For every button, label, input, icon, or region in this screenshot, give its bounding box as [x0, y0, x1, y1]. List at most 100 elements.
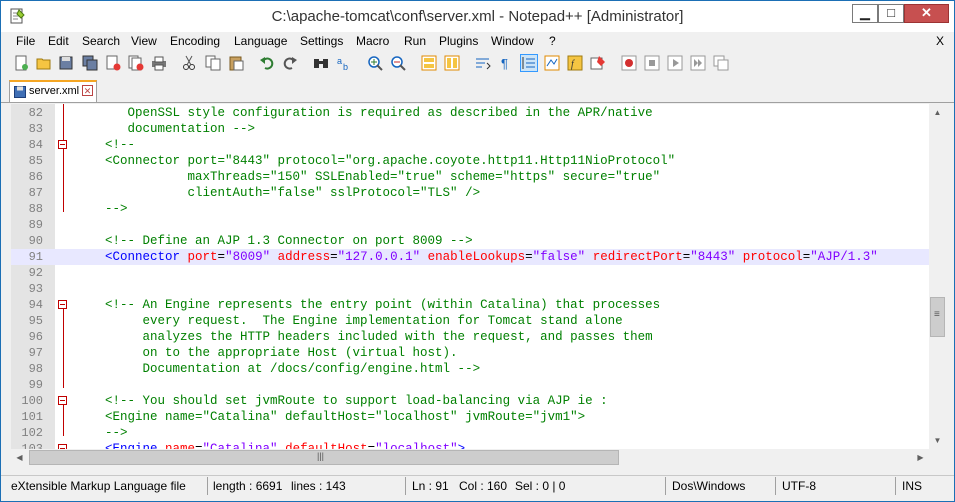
- run-macro-multiple-icon[interactable]: [690, 55, 706, 71]
- fold-collapse-icon[interactable]: [58, 140, 67, 149]
- code-line[interactable]: 90 <!-- Define an AJP 1.3 Connector on p…: [11, 233, 929, 249]
- save-macro-icon[interactable]: [713, 55, 729, 71]
- show-all-chars-icon[interactable]: ¶: [498, 55, 514, 71]
- status-insert-mode[interactable]: INS: [902, 479, 922, 493]
- code-line[interactable]: 92: [11, 265, 929, 281]
- menu-edit[interactable]: Edit: [48, 34, 69, 48]
- menu-language[interactable]: Language: [234, 34, 287, 48]
- code-line[interactable]: 96 analyzes the HTTP headers included wi…: [11, 329, 929, 345]
- zoom-out-icon[interactable]: [390, 55, 406, 71]
- folder-workspace-icon[interactable]: [590, 55, 606, 71]
- syntax-token: "8009": [225, 250, 278, 264]
- code-line[interactable]: 89: [11, 217, 929, 233]
- syntax-token: name: [165, 442, 196, 449]
- scroll-up-arrow[interactable]: ▲: [929, 104, 946, 121]
- code-line[interactable]: 95 every request. The Engine implementat…: [11, 313, 929, 329]
- redo-icon[interactable]: [282, 55, 298, 71]
- tab-label: server.xml: [29, 85, 80, 97]
- menu-encoding[interactable]: Encoding: [170, 34, 220, 48]
- line-text: documentation -->: [75, 121, 256, 137]
- line-text: <Connector port="8009" address="127.0.0.…: [75, 249, 878, 265]
- menu-window[interactable]: Window: [491, 34, 534, 48]
- horizontal-scrollbar[interactable]: ◀ ||| ▶: [11, 449, 929, 466]
- line-text: <!-- You should set jvmRoute to support …: [75, 393, 608, 409]
- menu-view[interactable]: View: [131, 34, 157, 48]
- fold-collapse-icon[interactable]: [58, 300, 67, 309]
- save-icon[interactable]: [58, 55, 74, 71]
- code-line[interactable]: 85 <Connector port="8443" protocol="org.…: [11, 153, 929, 169]
- maximize-button[interactable]: □: [878, 4, 904, 23]
- find-icon[interactable]: [313, 55, 329, 71]
- menu-run[interactable]: Run: [404, 34, 426, 48]
- vertical-scroll-thumb[interactable]: ≡: [930, 297, 945, 337]
- menu-search[interactable]: Search: [82, 34, 120, 48]
- status-encoding[interactable]: UTF-8: [782, 479, 816, 493]
- replace-icon[interactable]: ab: [336, 55, 352, 71]
- function-list-icon[interactable]: f: [567, 55, 583, 71]
- code-line[interactable]: 97 on to the appropriate Host (virtual h…: [11, 345, 929, 361]
- close-window-button[interactable]: ✕: [904, 4, 949, 23]
- code-line[interactable]: 82 OpenSSL style configuration is requir…: [11, 105, 929, 121]
- close-all-icon[interactable]: [128, 55, 144, 71]
- code-line[interactable]: 101 <Engine name="Catalina" defaultHost=…: [11, 409, 929, 425]
- title-bar[interactable]: C:\apache-tomcat\conf\server.xml - Notep…: [1, 1, 954, 32]
- new-file-icon[interactable]: [13, 55, 29, 71]
- scroll-down-arrow[interactable]: ▼: [929, 432, 946, 449]
- scroll-right-arrow[interactable]: ▶: [912, 449, 929, 466]
- record-macro-icon[interactable]: [621, 55, 637, 71]
- copy-icon[interactable]: [205, 55, 221, 71]
- code-line[interactable]: 87 clientAuth="false" sslProtocol="TLS" …: [11, 185, 929, 201]
- syntax-token: "AJP/1.3": [810, 250, 878, 264]
- fold-collapse-icon[interactable]: [58, 396, 67, 405]
- syntax-token: <!-- An Engine represents the entry poin…: [75, 298, 661, 312]
- status-eol-format[interactable]: Dos\Windows: [672, 479, 745, 493]
- scroll-left-arrow[interactable]: ◀: [11, 449, 28, 466]
- minimize-button[interactable]: ▁: [852, 4, 878, 23]
- code-line[interactable]: 88 -->: [11, 201, 929, 217]
- play-macro-icon[interactable]: [667, 55, 683, 71]
- zoom-in-icon[interactable]: [367, 55, 383, 71]
- word-wrap-icon[interactable]: [475, 55, 491, 71]
- vertical-scrollbar[interactable]: ▲ ≡ ▼: [929, 104, 946, 449]
- undo-icon[interactable]: [259, 55, 275, 71]
- menu-settings[interactable]: Settings: [300, 34, 343, 48]
- syntax-token: <Connector port="8443" protocol="org.apa…: [75, 154, 676, 168]
- line-number: 93: [28, 282, 43, 296]
- open-file-icon[interactable]: [36, 55, 52, 71]
- sync-horizontal-icon[interactable]: [444, 55, 460, 71]
- code-line[interactable]: 86 maxThreads="150" SSLEnabled="true" sc…: [11, 169, 929, 185]
- print-icon[interactable]: [151, 55, 167, 71]
- save-all-icon[interactable]: [82, 55, 98, 71]
- code-line[interactable]: 102 -->: [11, 425, 929, 441]
- menu-macro[interactable]: Macro: [356, 34, 389, 48]
- paste-icon[interactable]: [228, 55, 244, 71]
- doc-map-icon[interactable]: [544, 55, 560, 71]
- code-line[interactable]: 94 <!-- An Engine represents the entry p…: [11, 297, 929, 313]
- stop-macro-icon[interactable]: [644, 55, 660, 71]
- code-line[interactable]: 93: [11, 281, 929, 297]
- close-icon[interactable]: [105, 55, 121, 71]
- line-text: <Engine name="Catalina" defaultHost="loc…: [75, 441, 465, 449]
- menu-help[interactable]: ?: [549, 34, 556, 48]
- sync-vertical-icon[interactable]: [421, 55, 437, 71]
- code-line[interactable]: 103 <Engine name="Catalina" defaultHost=…: [11, 441, 929, 449]
- close-document-button[interactable]: X: [936, 34, 944, 48]
- menu-file[interactable]: File: [16, 34, 35, 48]
- cut-icon[interactable]: [181, 55, 197, 71]
- code-line[interactable]: 100 <!-- You should set jvmRoute to supp…: [11, 393, 929, 409]
- code-editor[interactable]: 82 OpenSSL style configuration is requir…: [11, 104, 929, 449]
- code-line[interactable]: 99: [11, 377, 929, 393]
- tab-close-icon[interactable]: ✕: [82, 85, 93, 96]
- tab-server-xml[interactable]: server.xml ✕: [9, 80, 97, 102]
- line-number: 102: [21, 426, 43, 440]
- menu-plugins[interactable]: Plugins: [439, 34, 478, 48]
- code-line[interactable]: 84 <!--: [11, 137, 929, 153]
- code-line[interactable]: 98 Documentation at /docs/config/engine.…: [11, 361, 929, 377]
- syntax-token: maxThreads="150" SSLEnabled="true" schem…: [75, 170, 661, 184]
- syntax-token: <Engine name="Catalina" defaultHost="loc…: [75, 410, 586, 424]
- code-line[interactable]: 83 documentation -->: [11, 121, 929, 137]
- status-length: length : 6691: [213, 479, 283, 493]
- horizontal-scroll-thumb[interactable]: |||: [29, 450, 619, 465]
- indent-guide-icon[interactable]: [520, 54, 538, 72]
- current-line[interactable]: 91 <Connector port="8009" address="127.0…: [11, 249, 929, 265]
